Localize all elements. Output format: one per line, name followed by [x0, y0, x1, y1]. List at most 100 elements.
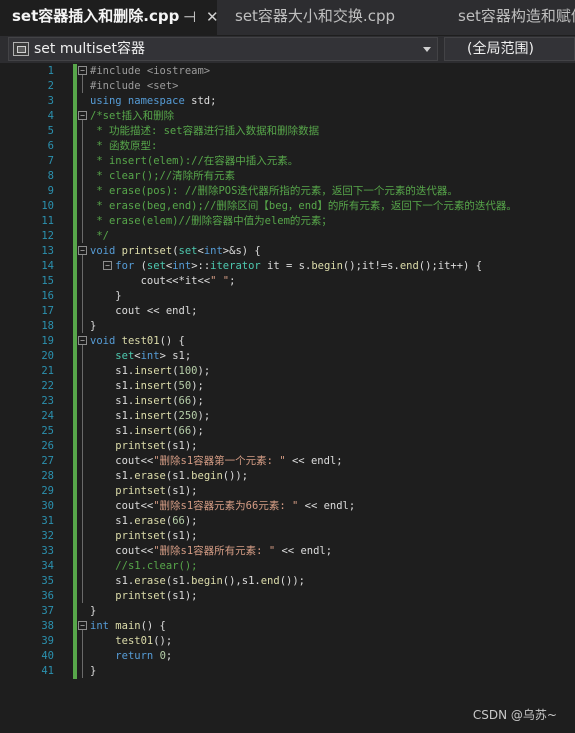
code-line[interactable]: 29 printset(s1);: [0, 484, 575, 499]
code-line[interactable]: 41}: [0, 664, 575, 679]
project-icon: [13, 42, 29, 56]
code-text: s1.erase(s1.begin(),s1.end());: [90, 575, 305, 587]
code-line[interactable]: 35 s1.erase(s1.begin(),s1.end());: [0, 574, 575, 589]
fold-toggle-icon[interactable]: −: [78, 111, 87, 120]
code-text: void test01() {: [90, 335, 185, 347]
code-line[interactable]: 20 set<int> s1;: [0, 349, 575, 364]
tab-file-2[interactable]: set容器大小和交换.cpp: [223, 0, 445, 35]
fold-toggle-icon[interactable]: −: [78, 336, 87, 345]
code-line[interactable]: 12 */: [0, 229, 575, 244]
code-text: s1.insert(50);: [90, 380, 204, 392]
code-text: cout << endl;: [90, 305, 198, 317]
code-text: s1.insert(250);: [90, 410, 211, 422]
code-line[interactable]: 21 s1.insert(100);: [0, 364, 575, 379]
code-text: int main() {: [90, 620, 166, 632]
line-number: 3: [47, 95, 54, 107]
line-number: 1: [47, 65, 54, 77]
code-line[interactable]: 33 cout<<"删除s1容器所有元素: " << endl;: [0, 544, 575, 559]
line-number: 10: [41, 200, 54, 212]
code-line[interactable]: 23 s1.insert(66);: [0, 394, 575, 409]
code-line[interactable]: 28 s1.erase(s1.begin());: [0, 469, 575, 484]
fold-toggle-icon[interactable]: −: [103, 261, 112, 270]
line-number: 22: [41, 380, 54, 392]
code-line[interactable]: 14 for (set<int>::iterator it = s.begin(…: [0, 259, 575, 274]
code-line[interactable]: 3 using namespace std;: [0, 94, 575, 109]
code-text: //s1.clear();: [115, 560, 198, 572]
code-text: cout<<"删除s1容器所有元素: " << endl;: [90, 545, 333, 557]
code-line[interactable]: 39 test01();: [0, 634, 575, 649]
code-text: * insert(elem)://在容器中插入元素。: [90, 155, 299, 167]
pin-icon[interactable]: ⊣: [183, 0, 196, 35]
code-line[interactable]: 24 s1.insert(250);: [0, 409, 575, 424]
code-text: s1.insert(66);: [90, 395, 204, 407]
line-number: 27: [41, 455, 54, 467]
code-text: * 函数原型:: [90, 140, 158, 152]
code-line[interactable]: 2 #include <set>: [0, 79, 575, 94]
code-line[interactable]: 9 * erase(pos): //删除POS迭代器所指的元素，返回下一个元素的…: [0, 184, 575, 199]
code-text: printset(s1);: [115, 485, 198, 497]
code-text: * erase(pos): //删除POS迭代器所指的元素，返回下一个元素的迭代…: [90, 185, 458, 197]
line-number: 30: [41, 500, 54, 512]
line-number: 25: [41, 425, 54, 437]
code-text: using namespace std;: [90, 95, 217, 107]
code-line[interactable]: 26 printset(s1);: [0, 439, 575, 454]
code-text: for (set<int>::iterator it = s.begin();i…: [115, 260, 483, 272]
scope-label: set multiset容器: [34, 41, 146, 57]
line-number: 39: [41, 635, 54, 647]
member-dropdown[interactable]: (全局范围): [444, 37, 575, 61]
close-icon[interactable]: ✕: [206, 0, 219, 35]
fold-toggle-icon[interactable]: −: [78, 621, 87, 630]
line-number: 4: [47, 110, 54, 122]
code-text: * clear();//清除所有元素: [90, 170, 236, 182]
code-line[interactable]: 30 cout<<"删除s1容器元素为66元素: " << endl;: [0, 499, 575, 514]
tab-strip: set容器插入和删除.cpp ⊣ ✕ set容器大小和交换.cpp set容器构…: [0, 0, 575, 35]
code-line[interactable]: 5 * 功能描述: set容器进行插入数据和删除数据: [0, 124, 575, 139]
code-line[interactable]: 37}: [0, 604, 575, 619]
line-number: 36: [41, 590, 54, 602]
code-line[interactable]: 31 s1.erase(66);: [0, 514, 575, 529]
code-text: test01();: [115, 635, 173, 647]
line-number: 9: [47, 185, 54, 197]
fold-guide: [82, 630, 83, 678]
code-text: }: [90, 605, 97, 617]
line-number: 6: [47, 140, 54, 152]
code-text: cout<<"删除s1容器元素为66元素: " << endl;: [90, 500, 356, 512]
line-number: 14: [41, 260, 54, 272]
fold-guide: [82, 255, 83, 333]
code-text: }: [90, 665, 97, 677]
line-number: 21: [41, 365, 54, 377]
code-line[interactable]: 11 * erase(elem)//删除容器中值为elem的元素；: [0, 214, 575, 229]
code-text: cout<<*it<<" ";: [90, 275, 236, 287]
fold-toggle-icon[interactable]: −: [78, 66, 87, 75]
scope-dropdown[interactable]: set multiset容器: [8, 37, 438, 61]
code-line[interactable]: 10 * erase(beg,end);//删除区间【beg，end】的所有元素…: [0, 199, 575, 214]
code-line[interactable]: 32 printset(s1);: [0, 529, 575, 544]
code-line[interactable]: 18}: [0, 319, 575, 334]
code-line[interactable]: 7 * insert(elem)://在容器中插入元素。: [0, 154, 575, 169]
code-text: * erase(beg,end);//删除区间【beg，end】的所有元素，返回…: [90, 200, 517, 212]
code-line[interactable]: 8 * clear();//清除所有元素: [0, 169, 575, 184]
code-line[interactable]: 17 cout << endl;: [0, 304, 575, 319]
code-line[interactable]: 36 printset(s1);: [0, 589, 575, 604]
line-number: 7: [47, 155, 54, 167]
code-line[interactable]: 34 //s1.clear();: [0, 559, 575, 574]
fold-toggle-icon[interactable]: −: [78, 246, 87, 255]
code-text: s1.erase(s1.begin());: [90, 470, 249, 482]
tab-file-3[interactable]: set容器构造和赋值: [446, 0, 575, 35]
line-number: 24: [41, 410, 54, 422]
line-number: 23: [41, 395, 54, 407]
tab-label: set容器构造和赋值: [458, 7, 575, 25]
code-text: }: [90, 320, 97, 332]
code-line[interactable]: 40 return 0;: [0, 649, 575, 664]
code-text: }: [90, 290, 122, 302]
code-line[interactable]: 6 * 函数原型:: [0, 139, 575, 154]
code-line[interactable]: 22 s1.insert(50);: [0, 379, 575, 394]
line-number: 31: [41, 515, 54, 527]
code-line[interactable]: 27 cout<<"删除s1容器第一个元素: " << endl;: [0, 454, 575, 469]
fold-guide: [82, 345, 83, 603]
code-editor[interactable]: 1 #include <iostream> 2 #include <set> 3 usin…: [0, 63, 575, 733]
code-line[interactable]: 25 s1.insert(66);: [0, 424, 575, 439]
line-number: 20: [41, 350, 54, 362]
code-line[interactable]: 16 }: [0, 289, 575, 304]
code-line[interactable]: 15 cout<<*it<<" ";: [0, 274, 575, 289]
